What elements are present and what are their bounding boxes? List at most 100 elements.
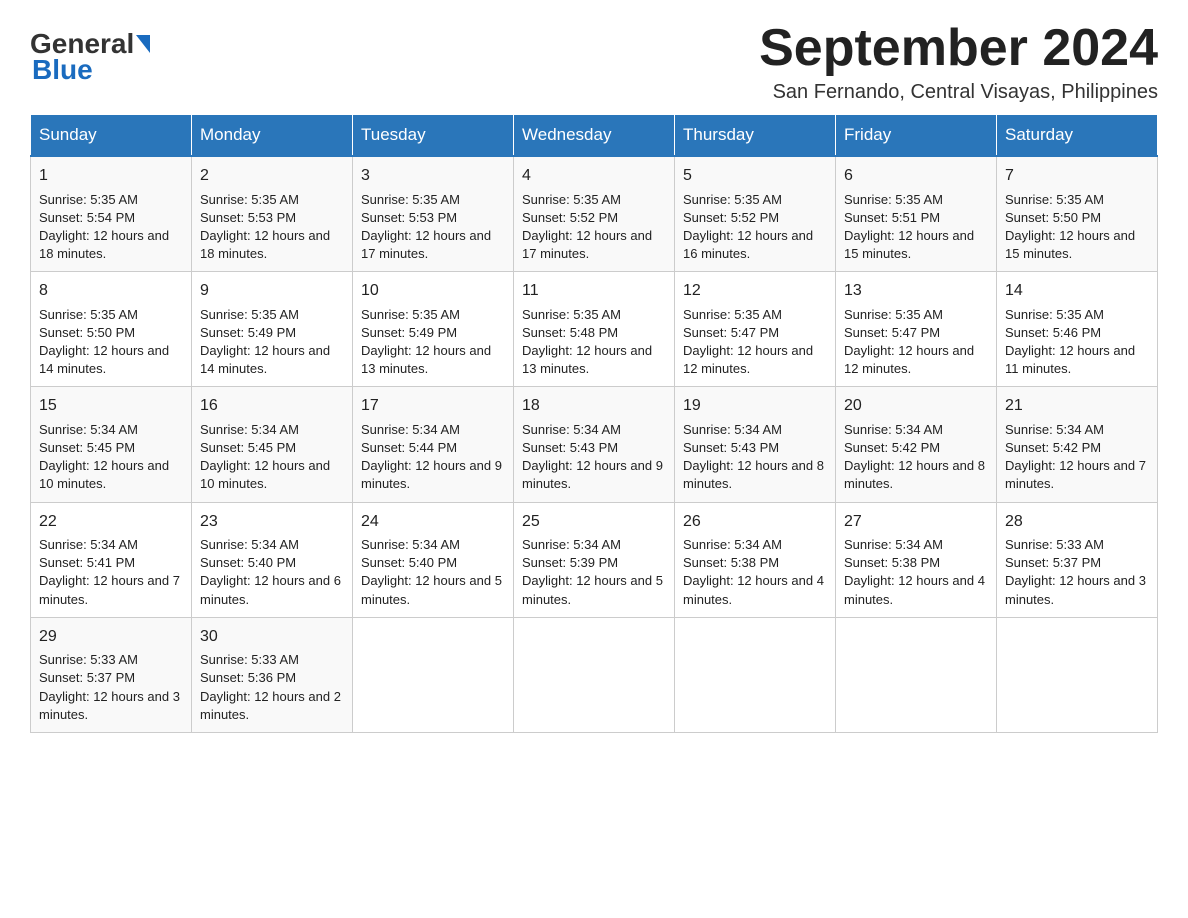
day-sun-info: Sunrise: 5:35 AMSunset: 5:53 PMDaylight:… <box>361 191 505 264</box>
day-sun-info: Sunrise: 5:35 AMSunset: 5:50 PMDaylight:… <box>39 306 183 379</box>
calendar-cell <box>675 617 836 732</box>
day-number: 25 <box>522 511 666 533</box>
day-number: 24 <box>361 511 505 533</box>
day-sun-info: Sunrise: 5:34 AMSunset: 5:43 PMDaylight:… <box>683 421 827 494</box>
calendar-cell: 14 Sunrise: 5:35 AMSunset: 5:46 PMDayligh… <box>997 272 1158 387</box>
calendar-cell: 5Sunrise: 5:35 AMSunset: 5:52 PMDaylight… <box>675 156 836 272</box>
calendar-cell: 12 Sunrise: 5:35 AMSunset: 5:47 PMDayligh… <box>675 272 836 387</box>
day-sun-info: Sunrise: 5:34 AMSunset: 5:41 PMDaylight:… <box>39 536 183 609</box>
calendar-cell: 19 Sunrise: 5:34 AMSunset: 5:43 PMDayligh… <box>675 387 836 502</box>
day-number: 10 <box>361 280 505 302</box>
day-number: 28 <box>1005 511 1149 533</box>
day-number: 11 <box>522 280 666 302</box>
day-sun-info: Sunrise: 5:33 AMSunset: 5:36 PMDaylight:… <box>200 651 344 724</box>
calendar-cell: 25 Sunrise: 5:34 AMSunset: 5:39 PMDayligh… <box>514 502 675 617</box>
day-number: 21 <box>1005 395 1149 417</box>
day-number: 7 <box>1005 165 1149 187</box>
day-sun-info: Sunrise: 5:34 AMSunset: 5:45 PMDaylight:… <box>39 421 183 494</box>
logo: General Blue <box>30 30 150 86</box>
header: General Blue September 2024 San Fernando… <box>30 20 1158 104</box>
day-sun-info: Sunrise: 5:35 AMSunset: 5:49 PMDaylight:… <box>361 306 505 379</box>
day-sun-info: Sunrise: 5:35 AMSunset: 5:47 PMDaylight:… <box>683 306 827 379</box>
calendar-cell: 10 Sunrise: 5:35 AMSunset: 5:49 PMDayligh… <box>353 272 514 387</box>
calendar-cell: 4 Sunrise: 5:35 AMSunset: 5:52 PMDaylight… <box>514 156 675 272</box>
calendar-cell: 3 Sunrise: 5:35 AMSunset: 5:53 PMDaylight… <box>353 156 514 272</box>
day-number: 6 <box>844 165 988 187</box>
day-sun-info: Sunrise: 5:34 AMSunset: 5:39 PMDaylight:… <box>522 536 666 609</box>
day-header-saturday: Saturday <box>997 115 1158 157</box>
day-sun-info: Sunrise: 5:34 AMSunset: 5:42 PMDaylight:… <box>1005 421 1149 494</box>
day-number: 2 <box>200 165 344 187</box>
calendar-cell: 23 Sunrise: 5:34 AMSunset: 5:40 PMDayligh… <box>192 502 353 617</box>
day-sun-info: Sunrise: 5:35 AMSunset: 5:50 PMDaylight:… <box>1005 191 1149 264</box>
calendar-cell: 26 Sunrise: 5:34 AMSunset: 5:38 PMDayligh… <box>675 502 836 617</box>
calendar-cell: 15 Sunrise: 5:34 AMSunset: 5:45 PMDayligh… <box>31 387 192 502</box>
day-number: 13 <box>844 280 988 302</box>
day-sun-info: Sunrise: 5:35 AMSunset: 5:47 PMDaylight:… <box>844 306 988 379</box>
day-header-monday: Monday <box>192 115 353 157</box>
day-number: 27 <box>844 511 988 533</box>
calendar-cell: 30 Sunrise: 5:33 AMSunset: 5:36 PMDayligh… <box>192 617 353 732</box>
calendar-week-row: 22 Sunrise: 5:34 AMSunset: 5:41 PMDayligh… <box>31 502 1158 617</box>
calendar-cell <box>997 617 1158 732</box>
calendar-cell: 27 Sunrise: 5:34 AMSunset: 5:38 PMDayligh… <box>836 502 997 617</box>
calendar-cell <box>353 617 514 732</box>
day-sun-info: Sunrise: 5:33 AMSunset: 5:37 PMDaylight:… <box>39 651 183 724</box>
day-number: 15 <box>39 395 183 417</box>
calendar-cell: 28Sunrise: 5:33 AMSunset: 5:37 PMDayligh… <box>997 502 1158 617</box>
day-sun-info: Sunrise: 5:35 AMSunset: 5:49 PMDaylight:… <box>200 306 344 379</box>
location-subtitle: San Fernando, Central Visayas, Philippin… <box>759 81 1158 104</box>
calendar-cell: 22 Sunrise: 5:34 AMSunset: 5:41 PMDayligh… <box>31 502 192 617</box>
calendar-cell: 17 Sunrise: 5:34 AMSunset: 5:44 PMDayligh… <box>353 387 514 502</box>
day-sun-info: Sunrise: 5:34 AMSunset: 5:38 PMDaylight:… <box>683 536 827 609</box>
day-number: 3 <box>361 165 505 187</box>
day-header-friday: Friday <box>836 115 997 157</box>
day-number: 29 <box>39 626 183 648</box>
day-header-tuesday: Tuesday <box>353 115 514 157</box>
calendar-cell: 24 Sunrise: 5:34 AMSunset: 5:40 PMDayligh… <box>353 502 514 617</box>
day-number: 26 <box>683 511 827 533</box>
day-number: 8 <box>39 280 183 302</box>
day-sun-info: Sunrise: 5:34 AMSunset: 5:44 PMDaylight:… <box>361 421 505 494</box>
calendar-cell: 9 Sunrise: 5:35 AMSunset: 5:49 PMDaylight… <box>192 272 353 387</box>
day-sun-info: Sunrise: 5:35 AMSunset: 5:46 PMDaylight:… <box>1005 306 1149 379</box>
calendar-cell: 21 Sunrise: 5:34 AMSunset: 5:42 PMDayligh… <box>997 387 1158 502</box>
day-number: 9 <box>200 280 344 302</box>
day-header-thursday: Thursday <box>675 115 836 157</box>
day-header-sunday: Sunday <box>31 115 192 157</box>
calendar-table: SundayMondayTuesdayWednesdayThursdayFrid… <box>30 114 1158 733</box>
day-number: 4 <box>522 165 666 187</box>
day-number: 30 <box>200 626 344 648</box>
day-number: 18 <box>522 395 666 417</box>
day-sun-info: Sunrise: 5:35 AMSunset: 5:52 PMDaylight:… <box>522 191 666 264</box>
logo-arrow-icon <box>136 35 150 53</box>
day-sun-info: Sunrise: 5:34 AMSunset: 5:40 PMDaylight:… <box>200 536 344 609</box>
day-sun-info: Sunrise: 5:35 AMSunset: 5:51 PMDaylight:… <box>844 191 988 264</box>
calendar-cell <box>514 617 675 732</box>
day-number: 22 <box>39 511 183 533</box>
day-number: 19 <box>683 395 827 417</box>
day-sun-info: Sunrise: 5:34 AMSunset: 5:40 PMDaylight:… <box>361 536 505 609</box>
calendar-cell: 8 Sunrise: 5:35 AMSunset: 5:50 PMDaylight… <box>31 272 192 387</box>
calendar-cell: 18Sunrise: 5:34 AMSunset: 5:43 PMDayligh… <box>514 387 675 502</box>
day-sun-info: Sunrise: 5:35 AMSunset: 5:48 PMDaylight:… <box>522 306 666 379</box>
day-number: 14 <box>1005 280 1149 302</box>
calendar-header-row: SundayMondayTuesdayWednesdayThursdayFrid… <box>31 115 1158 157</box>
calendar-cell: 6 Sunrise: 5:35 AMSunset: 5:51 PMDaylight… <box>836 156 997 272</box>
day-sun-info: Sunrise: 5:35 AMSunset: 5:54 PMDaylight:… <box>39 191 183 264</box>
calendar-cell: 29 Sunrise: 5:33 AMSunset: 5:37 PMDayligh… <box>31 617 192 732</box>
calendar-cell: 20Sunrise: 5:34 AMSunset: 5:42 PMDayligh… <box>836 387 997 502</box>
day-header-wednesday: Wednesday <box>514 115 675 157</box>
month-title: September 2024 <box>759 20 1158 77</box>
calendar-cell: 16Sunrise: 5:34 AMSunset: 5:45 PMDayligh… <box>192 387 353 502</box>
day-number: 23 <box>200 511 344 533</box>
calendar-cell: 2Sunrise: 5:35 AMSunset: 5:53 PMDaylight… <box>192 156 353 272</box>
calendar-week-row: 8 Sunrise: 5:35 AMSunset: 5:50 PMDaylight… <box>31 272 1158 387</box>
day-number: 12 <box>683 280 827 302</box>
day-sun-info: Sunrise: 5:34 AMSunset: 5:45 PMDaylight:… <box>200 421 344 494</box>
calendar-week-row: 1 Sunrise: 5:35 AMSunset: 5:54 PMDaylight… <box>31 156 1158 272</box>
day-number: 17 <box>361 395 505 417</box>
day-number: 1 <box>39 165 183 187</box>
calendar-cell: 1 Sunrise: 5:35 AMSunset: 5:54 PMDaylight… <box>31 156 192 272</box>
day-sun-info: Sunrise: 5:34 AMSunset: 5:38 PMDaylight:… <box>844 536 988 609</box>
